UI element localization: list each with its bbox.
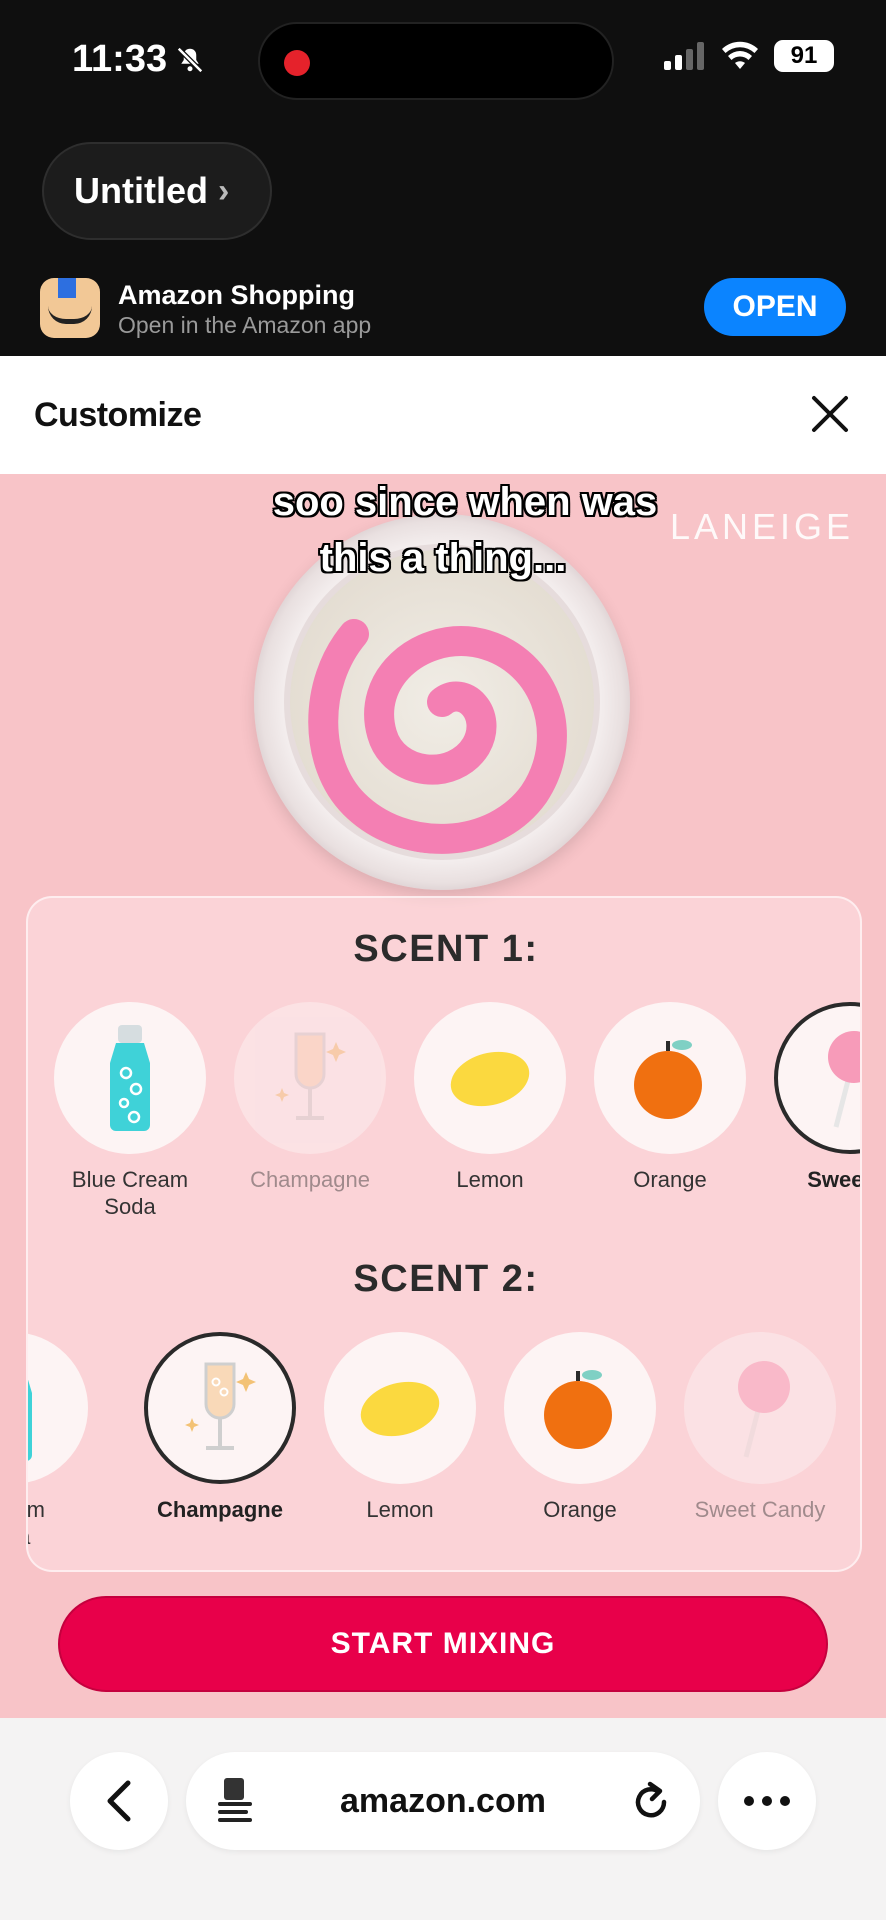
lollipop-icon (828, 1031, 860, 1128)
scent-label: Cream oda (26, 1497, 45, 1549)
document-title: Untitled (74, 170, 208, 211)
soda-bottle-icon (28, 1379, 32, 1461)
champagne-glass-icon (275, 1032, 346, 1120)
scent-label: Sweet C (807, 1167, 860, 1192)
address-bar[interactable]: amazon.com (186, 1752, 700, 1850)
amazon-app-icon (40, 278, 100, 338)
chevron-right-icon: › (217, 171, 230, 210)
bell-slash-icon (177, 46, 204, 73)
smart-app-banner: Amazon Shopping Open in the Amazon app O… (40, 276, 846, 342)
brand-logo: LANEIGE (669, 506, 854, 547)
status-indicators: 91 (662, 40, 834, 72)
scent-label: Sweet Candy (694, 1497, 826, 1522)
scent-label: Orange (633, 1167, 707, 1192)
signal-icon (664, 42, 704, 70)
dynamic-island (258, 22, 614, 100)
status-time-text: 11:33 (72, 38, 168, 80)
lemon-icon (450, 1051, 530, 1107)
more-options-button[interactable] (718, 1752, 816, 1850)
scent-1-option-sweet-candy[interactable]: Sweet C (770, 1002, 860, 1193)
scent-picker-panel: SCENT 1: Blue Cream Soda Champagne Lemon… (26, 896, 862, 1572)
scent-1-option-blue-cream-soda[interactable]: Blue Cream Soda (50, 1002, 210, 1220)
customize-header: Customize (0, 356, 886, 474)
close-icon[interactable] (808, 392, 852, 436)
scent-2-option-lemon[interactable]: Lemon (320, 1332, 480, 1523)
chevron-left-icon (107, 1780, 131, 1822)
lollipop-icon (738, 1361, 790, 1458)
scent-label: Orange (543, 1497, 617, 1522)
scent-2-row[interactable]: Cream oda Champagne (26, 1332, 860, 1562)
browser-toolbar: amazon.com (0, 1718, 886, 1920)
scent-label: Blue Cream Soda (71, 1167, 189, 1219)
scent-2-option-champagne[interactable]: Champagne (140, 1332, 300, 1523)
status-time: 11:33 (72, 38, 205, 81)
customize-title: Customize (34, 396, 202, 434)
document-title-button[interactable]: Untitled › (42, 142, 272, 240)
open-app-button[interactable]: OPEN (704, 278, 846, 336)
wifi-icon (722, 41, 758, 69)
banner-app-title: Amazon Shopping (118, 280, 355, 310)
scent-1-option-orange[interactable]: Orange (590, 1002, 750, 1193)
recording-indicator-icon (284, 50, 310, 76)
scent-2-option-blue-cream-soda[interactable]: Cream oda (26, 1332, 92, 1550)
orange-icon (544, 1370, 612, 1449)
scent-2-option-orange[interactable]: Orange (500, 1332, 660, 1523)
soda-bottle-icon (110, 1025, 150, 1131)
battery-level: 91 (790, 42, 818, 69)
start-mixing-button[interactable]: START MIXING (58, 1596, 828, 1692)
scent-label: Lemon (366, 1497, 434, 1522)
back-button[interactable] (70, 1752, 168, 1850)
customizer-content: soo since when was this a thing... LANEI… (0, 474, 886, 1718)
scent-label: Champagne (250, 1167, 370, 1192)
orange-icon (634, 1040, 702, 1119)
banner-app-subtitle: Open in the Amazon app (118, 312, 372, 338)
scent-1-title: SCENT 1: (353, 928, 539, 970)
scent-1-option-champagne[interactable]: Champagne (230, 1002, 390, 1193)
url-text: amazon.com (340, 1782, 546, 1820)
ellipsis-icon (744, 1796, 790, 1806)
scent-label: Champagne (157, 1497, 283, 1522)
reload-icon[interactable] (628, 1778, 674, 1824)
scent-2-option-sweet-candy[interactable]: Sweet Candy (680, 1332, 840, 1523)
scent-label: Lemon (456, 1167, 524, 1192)
battery-icon: 91 (774, 40, 834, 72)
top-system-area: 11:33 91 Untitled › Amazon Shopping Open… (0, 0, 886, 356)
champagne-glass-icon (185, 1362, 256, 1450)
scent-1-row[interactable]: Blue Cream Soda Champagne Lemon Orange S… (28, 1002, 860, 1232)
scent-2-title: SCENT 2: (353, 1258, 539, 1300)
scent-1-option-lemon[interactable]: Lemon (410, 1002, 570, 1193)
lemon-icon (360, 1381, 440, 1437)
